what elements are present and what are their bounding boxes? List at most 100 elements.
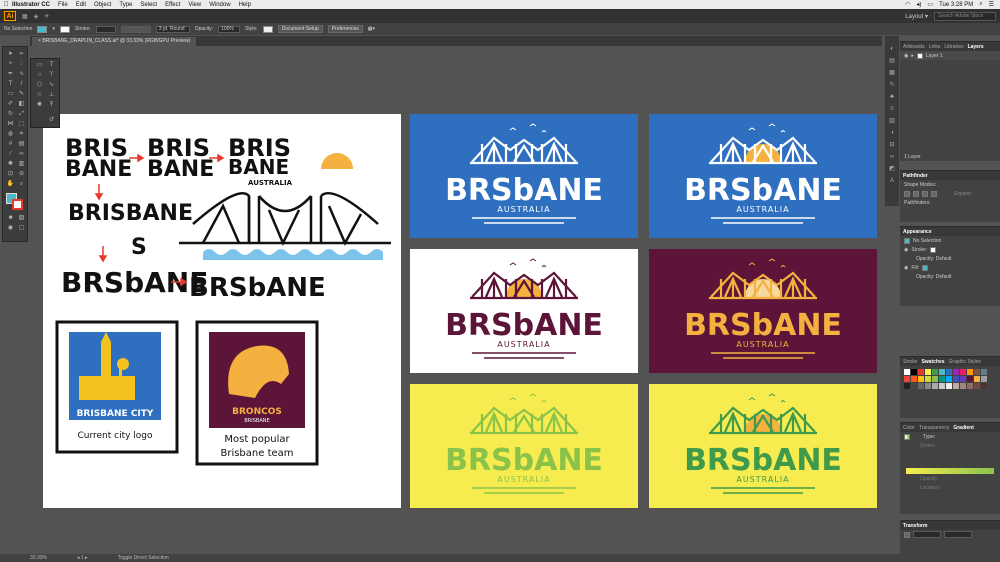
- battery-icon[interactable]: ▭: [927, 1, 933, 8]
- align-panel-icon[interactable]: ⊟: [888, 142, 896, 148]
- artboard-logo-maroon[interactable]: BRSbANE AUSTRALIA: [649, 249, 877, 373]
- shape-builder-icon[interactable]: ◍: [6, 131, 15, 138]
- gradient-icon[interactable]: ▤: [17, 141, 26, 148]
- eye-icon[interactable]: ◉: [904, 265, 908, 271]
- scale-icon[interactable]: ⤢: [17, 111, 26, 118]
- menu-view[interactable]: View: [188, 2, 201, 8]
- artboard-logo-white[interactable]: BRSbANE AUSTRALIA: [410, 249, 638, 373]
- tab-stroke[interactable]: Stroke: [903, 359, 917, 365]
- flyout-vertical-type-icon[interactable]: ⊥: [47, 92, 56, 99]
- flyout-touch-type-icon[interactable]: Ŧ: [47, 102, 56, 109]
- slice-icon[interactable]: ⊘: [17, 171, 26, 178]
- menu-object[interactable]: Object: [94, 2, 111, 8]
- eyedropper-icon[interactable]: ⁄: [6, 151, 15, 158]
- clock[interactable]: Tue 3:28 PM: [939, 2, 973, 8]
- spotlight-icon[interactable]: ⌕: [979, 1, 982, 8]
- fill-dropdown-icon[interactable]: ▾: [52, 26, 55, 32]
- symbols-panel-icon[interactable]: ♣: [888, 94, 896, 100]
- tab-gradient[interactable]: Gradient: [953, 425, 974, 431]
- flyout-ellipse-icon[interactable]: ○: [35, 72, 44, 79]
- x-field[interactable]: [913, 531, 941, 538]
- artboard-number[interactable]: 1: [81, 555, 84, 561]
- draw-mode-icon[interactable]: ◉: [6, 225, 15, 232]
- width-icon[interactable]: ⋈: [6, 121, 15, 128]
- artboard-logo-yellow[interactable]: BRSbANE AUSTRALIA: [410, 384, 638, 508]
- tab-artboards[interactable]: Artboards: [903, 44, 925, 50]
- menu-type[interactable]: Type: [119, 2, 132, 8]
- lasso-icon[interactable]: ◌: [17, 61, 26, 68]
- flyout-star-icon[interactable]: ☆: [35, 92, 44, 99]
- artboard-tool-icon[interactable]: ⊡: [6, 171, 15, 178]
- style-swatch[interactable]: [262, 25, 273, 33]
- transparency-panel-icon[interactable]: ◑: [888, 130, 896, 136]
- artboard-logo-blue[interactable]: BRSbANE AUSTRALIA: [410, 114, 638, 238]
- flyout-undo-icon[interactable]: ↺: [47, 117, 56, 124]
- flyout-rect-icon[interactable]: ▭: [35, 62, 44, 69]
- line-icon[interactable]: /: [17, 81, 26, 88]
- layer-row[interactable]: ◉ ▸ Layer 1: [900, 51, 1000, 60]
- links-panel-icon[interactable]: ∞: [888, 154, 896, 160]
- pen-icon[interactable]: ✒: [6, 71, 15, 78]
- layer-name[interactable]: Layer 1: [926, 53, 943, 59]
- flyout-polygon-icon[interactable]: ⬡: [35, 82, 44, 89]
- expand-button[interactable]: Expand: [954, 191, 971, 197]
- perspective-icon[interactable]: ⌗: [17, 131, 26, 138]
- stroke-attr-swatch[interactable]: [930, 246, 937, 253]
- type-panel-icon[interactable]: A: [888, 178, 896, 184]
- expand-icon[interactable]: ▸: [911, 53, 914, 59]
- menu-file[interactable]: File: [58, 2, 68, 8]
- free-transform-icon[interactable]: ⬚: [17, 121, 26, 128]
- tab-links[interactable]: Links: [929, 44, 941, 50]
- app-menu[interactable]: Illustrator CC: [12, 2, 50, 8]
- wifi-icon[interactable]: ◠: [905, 1, 910, 8]
- eye-icon[interactable]: ◉: [904, 53, 908, 59]
- stroke-weight-field[interactable]: [95, 25, 116, 33]
- intersect-icon[interactable]: [922, 190, 928, 197]
- variable-width-field[interactable]: [120, 25, 151, 33]
- menu-select[interactable]: Select: [140, 2, 157, 8]
- flyout-path-type-icon[interactable]: ∿: [47, 82, 56, 89]
- color-panel-icon[interactable]: ◐: [888, 46, 896, 52]
- tab-graphic-styles[interactable]: Graphic Styles: [949, 359, 982, 365]
- workspace-dropdown[interactable]: Layout ▾: [905, 13, 928, 20]
- direct-selection-icon[interactable]: ➢: [17, 51, 26, 58]
- width-field[interactable]: [944, 531, 972, 538]
- rectangle-icon[interactable]: ▭: [6, 91, 15, 98]
- swatches-panel-icon[interactable]: ▦: [888, 70, 896, 76]
- color-mode-icon[interactable]: ■: [6, 215, 15, 222]
- fill-swatch[interactable]: [37, 25, 48, 33]
- gradient-thumbnail[interactable]: [904, 433, 910, 440]
- appearance-opacity-row[interactable]: Opacity: Default: [900, 272, 1000, 281]
- stroke-swatch[interactable]: [59, 25, 70, 33]
- appearance-stroke-row[interactable]: ◉ Stroke:: [900, 245, 1000, 254]
- flyout-area-type-icon[interactable]: ⊤: [47, 72, 56, 79]
- tab-libraries[interactable]: Libraries: [944, 44, 963, 50]
- menu-window[interactable]: Window: [209, 2, 230, 8]
- flyout-flare-icon[interactable]: ✺: [35, 102, 44, 109]
- tab-transparency[interactable]: Transparency: [919, 425, 949, 431]
- minus-front-icon[interactable]: [913, 190, 919, 197]
- reference-point-icon[interactable]: [904, 531, 910, 538]
- zoom-level[interactable]: 33.33%: [30, 555, 47, 561]
- artboard-navigator[interactable]: ◂ 1 ▸: [77, 555, 88, 561]
- selection-tool-icon[interactable]: ➤: [6, 51, 15, 58]
- stroke-color-box[interactable]: [12, 199, 23, 210]
- graphic-styles-icon[interactable]: ◩: [888, 166, 896, 172]
- curvature-icon[interactable]: ∿: [17, 71, 26, 78]
- notification-icon[interactable]: ☰: [989, 1, 994, 8]
- workspace-icon[interactable]: ▦: [22, 13, 28, 20]
- eraser-icon[interactable]: ◧: [17, 101, 26, 108]
- artboard-logo-blue-sun[interactable]: BRSbANE AUSTRALIA: [649, 114, 877, 238]
- brushes-panel-icon[interactable]: ✎: [888, 82, 896, 88]
- opacity-field[interactable]: 100%: [218, 25, 241, 33]
- bridge-icon[interactable]: ◈: [34, 13, 39, 20]
- eye-icon[interactable]: ◉: [904, 247, 908, 253]
- screen-mode-icon[interactable]: ▢: [17, 225, 26, 232]
- rotate-icon[interactable]: ↻: [6, 111, 15, 118]
- document-tab[interactable]: × BRISBANE_DRAPLIN_CLASS.ai* @ 33.33% (R…: [32, 37, 197, 46]
- unite-icon[interactable]: [904, 190, 910, 197]
- preferences-button[interactable]: Preferences: [327, 25, 363, 33]
- color-guide-icon[interactable]: ▤: [888, 58, 896, 64]
- appearance-stroke-opacity[interactable]: Opacity: Default: [900, 254, 1000, 263]
- appearance-fill-row[interactable]: ◉ Fill:: [900, 263, 1000, 272]
